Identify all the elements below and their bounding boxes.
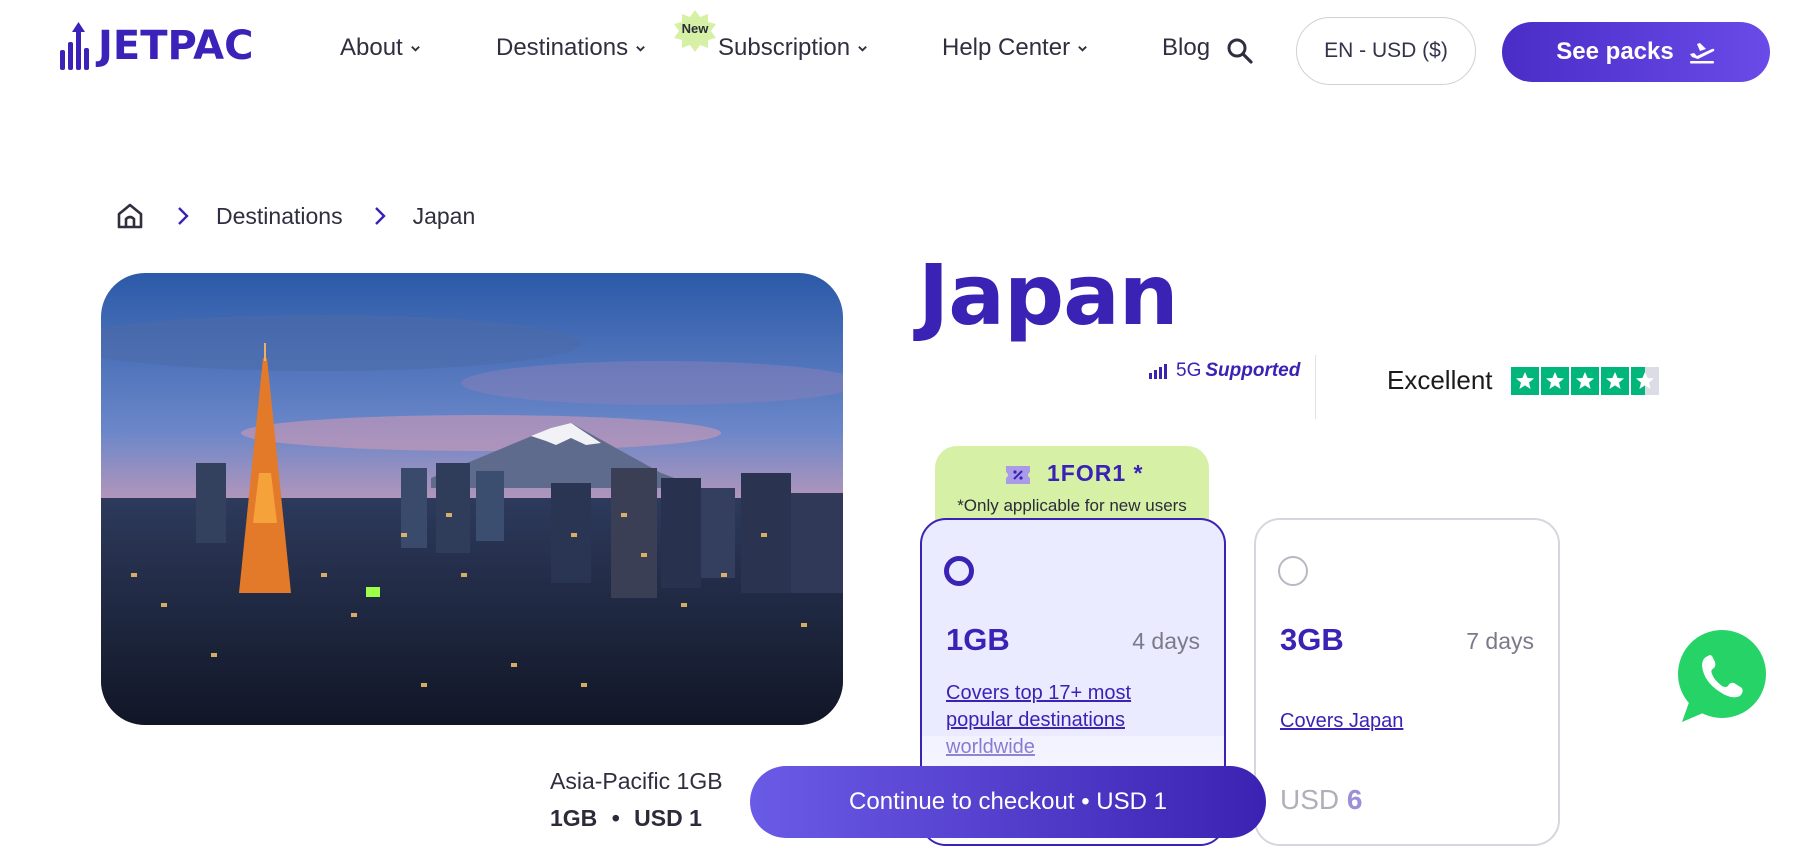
continue-to-checkout-button[interactable]: Continue to checkout • USD 1 bbox=[750, 766, 1266, 838]
pack-price-currency: USD bbox=[1280, 784, 1340, 815]
chevron-down-icon bbox=[410, 45, 420, 52]
promo-note: *Only applicable for new users bbox=[957, 496, 1187, 515]
pack-card-3gb[interactable]: 3GB 7 days Covers Japan USD 6 bbox=[1254, 518, 1560, 846]
destination-hero-image bbox=[101, 273, 843, 725]
see-packs-label: See packs bbox=[1556, 38, 1674, 65]
nav-help-center[interactable]: Help Center bbox=[942, 34, 1088, 62]
badge-divider bbox=[1315, 355, 1316, 419]
pack-duration: 7 days bbox=[1466, 628, 1534, 654]
promo-banner: 1FOR1 * *Only applicable for new users bbox=[935, 446, 1209, 526]
coupon-ticket-icon bbox=[1006, 466, 1030, 484]
pack-radio-selected[interactable] bbox=[944, 556, 974, 586]
pack-data-amount: 1GB bbox=[946, 622, 1010, 657]
nav-blog-label: Blog bbox=[1162, 34, 1211, 61]
nav-about-label: About bbox=[340, 34, 403, 61]
star-icon bbox=[1510, 366, 1539, 395]
search-icon[interactable] bbox=[1225, 36, 1255, 66]
network-supported-text: Supported bbox=[1205, 360, 1301, 381]
star-icon bbox=[1540, 366, 1569, 395]
new-badge-label: New bbox=[681, 21, 709, 36]
site-header: JETPAC About Destinations New Subscripti… bbox=[0, 0, 1800, 100]
network-label: 5G bbox=[1176, 360, 1202, 381]
logo-text: JETPAC bbox=[98, 23, 254, 69]
chevron-down-icon bbox=[1078, 45, 1087, 52]
checkout-summary: Asia-Pacific 1GB 1GB • USD 1 bbox=[550, 768, 723, 832]
trustpilot-rating[interactable]: Excellent bbox=[1387, 365, 1659, 396]
rating-label: Excellent bbox=[1387, 365, 1493, 395]
summary-pack-detail: 1GB • USD 1 bbox=[550, 805, 723, 832]
pack-price-value: 6 bbox=[1346, 784, 1363, 815]
summary-pack-data: 1GB bbox=[550, 805, 598, 831]
star-icon bbox=[1600, 366, 1629, 395]
breadcrumb: Destinations Japan bbox=[114, 200, 475, 232]
checkout-button-label: Continue to checkout • USD 1 bbox=[849, 788, 1167, 815]
pack-radio-unselected[interactable] bbox=[1278, 556, 1308, 586]
chevron-down-icon bbox=[858, 45, 867, 52]
pack-price: USD 6 bbox=[1280, 784, 1362, 816]
page-title: Japan bbox=[918, 246, 1179, 344]
chevron-right-icon bbox=[178, 207, 189, 225]
summary-separator: • bbox=[611, 805, 620, 831]
nav-destinations[interactable]: Destinations bbox=[496, 34, 646, 62]
airplane-takeoff-icon bbox=[1689, 43, 1714, 64]
nav-subscription-label: Subscription bbox=[718, 34, 851, 61]
nav-subscription[interactable]: Subscription bbox=[718, 34, 868, 62]
pack-data-amount: 3GB bbox=[1280, 622, 1344, 657]
breadcrumb-current: Japan bbox=[412, 202, 476, 229]
language-currency-label: EN - USD ($) bbox=[1324, 39, 1448, 62]
summary-pack-name: Asia-Pacific 1GB bbox=[550, 768, 723, 794]
rating-stars bbox=[1510, 366, 1659, 395]
tokyo-skyline-illustration bbox=[101, 273, 843, 725]
logo-bars-icon bbox=[60, 22, 89, 70]
language-currency-selector[interactable]: EN - USD ($) bbox=[1296, 17, 1476, 85]
half-star-icon bbox=[1630, 366, 1659, 395]
chevron-down-icon bbox=[636, 45, 645, 52]
see-packs-button[interactable]: See packs bbox=[1502, 22, 1770, 82]
whatsapp-chat-button[interactable] bbox=[1672, 628, 1770, 726]
star-icon bbox=[1570, 366, 1599, 395]
summary-pack-price: USD 1 bbox=[634, 805, 702, 831]
home-icon[interactable] bbox=[114, 200, 146, 232]
pack-duration: 4 days bbox=[1132, 628, 1200, 654]
nav-destinations-label: Destinations bbox=[496, 34, 629, 61]
nav-blog[interactable]: Blog bbox=[1162, 34, 1210, 62]
whatsapp-icon bbox=[1678, 630, 1766, 722]
promo-code: 1FOR1 * bbox=[1047, 460, 1144, 486]
pack-coverage-link[interactable]: Covers Japan bbox=[1280, 708, 1510, 735]
signal-bars-icon bbox=[1149, 364, 1167, 379]
network-support-badge: 5G Supported bbox=[1148, 360, 1300, 382]
chevron-right-icon bbox=[374, 207, 386, 225]
breadcrumb-destinations[interactable]: Destinations bbox=[216, 203, 343, 230]
jetpac-logo[interactable]: JETPAC bbox=[58, 20, 253, 72]
nav-help-center-label: Help Center bbox=[942, 34, 1071, 61]
nav-about[interactable]: About bbox=[340, 34, 421, 62]
new-badge: New bbox=[670, 8, 720, 54]
